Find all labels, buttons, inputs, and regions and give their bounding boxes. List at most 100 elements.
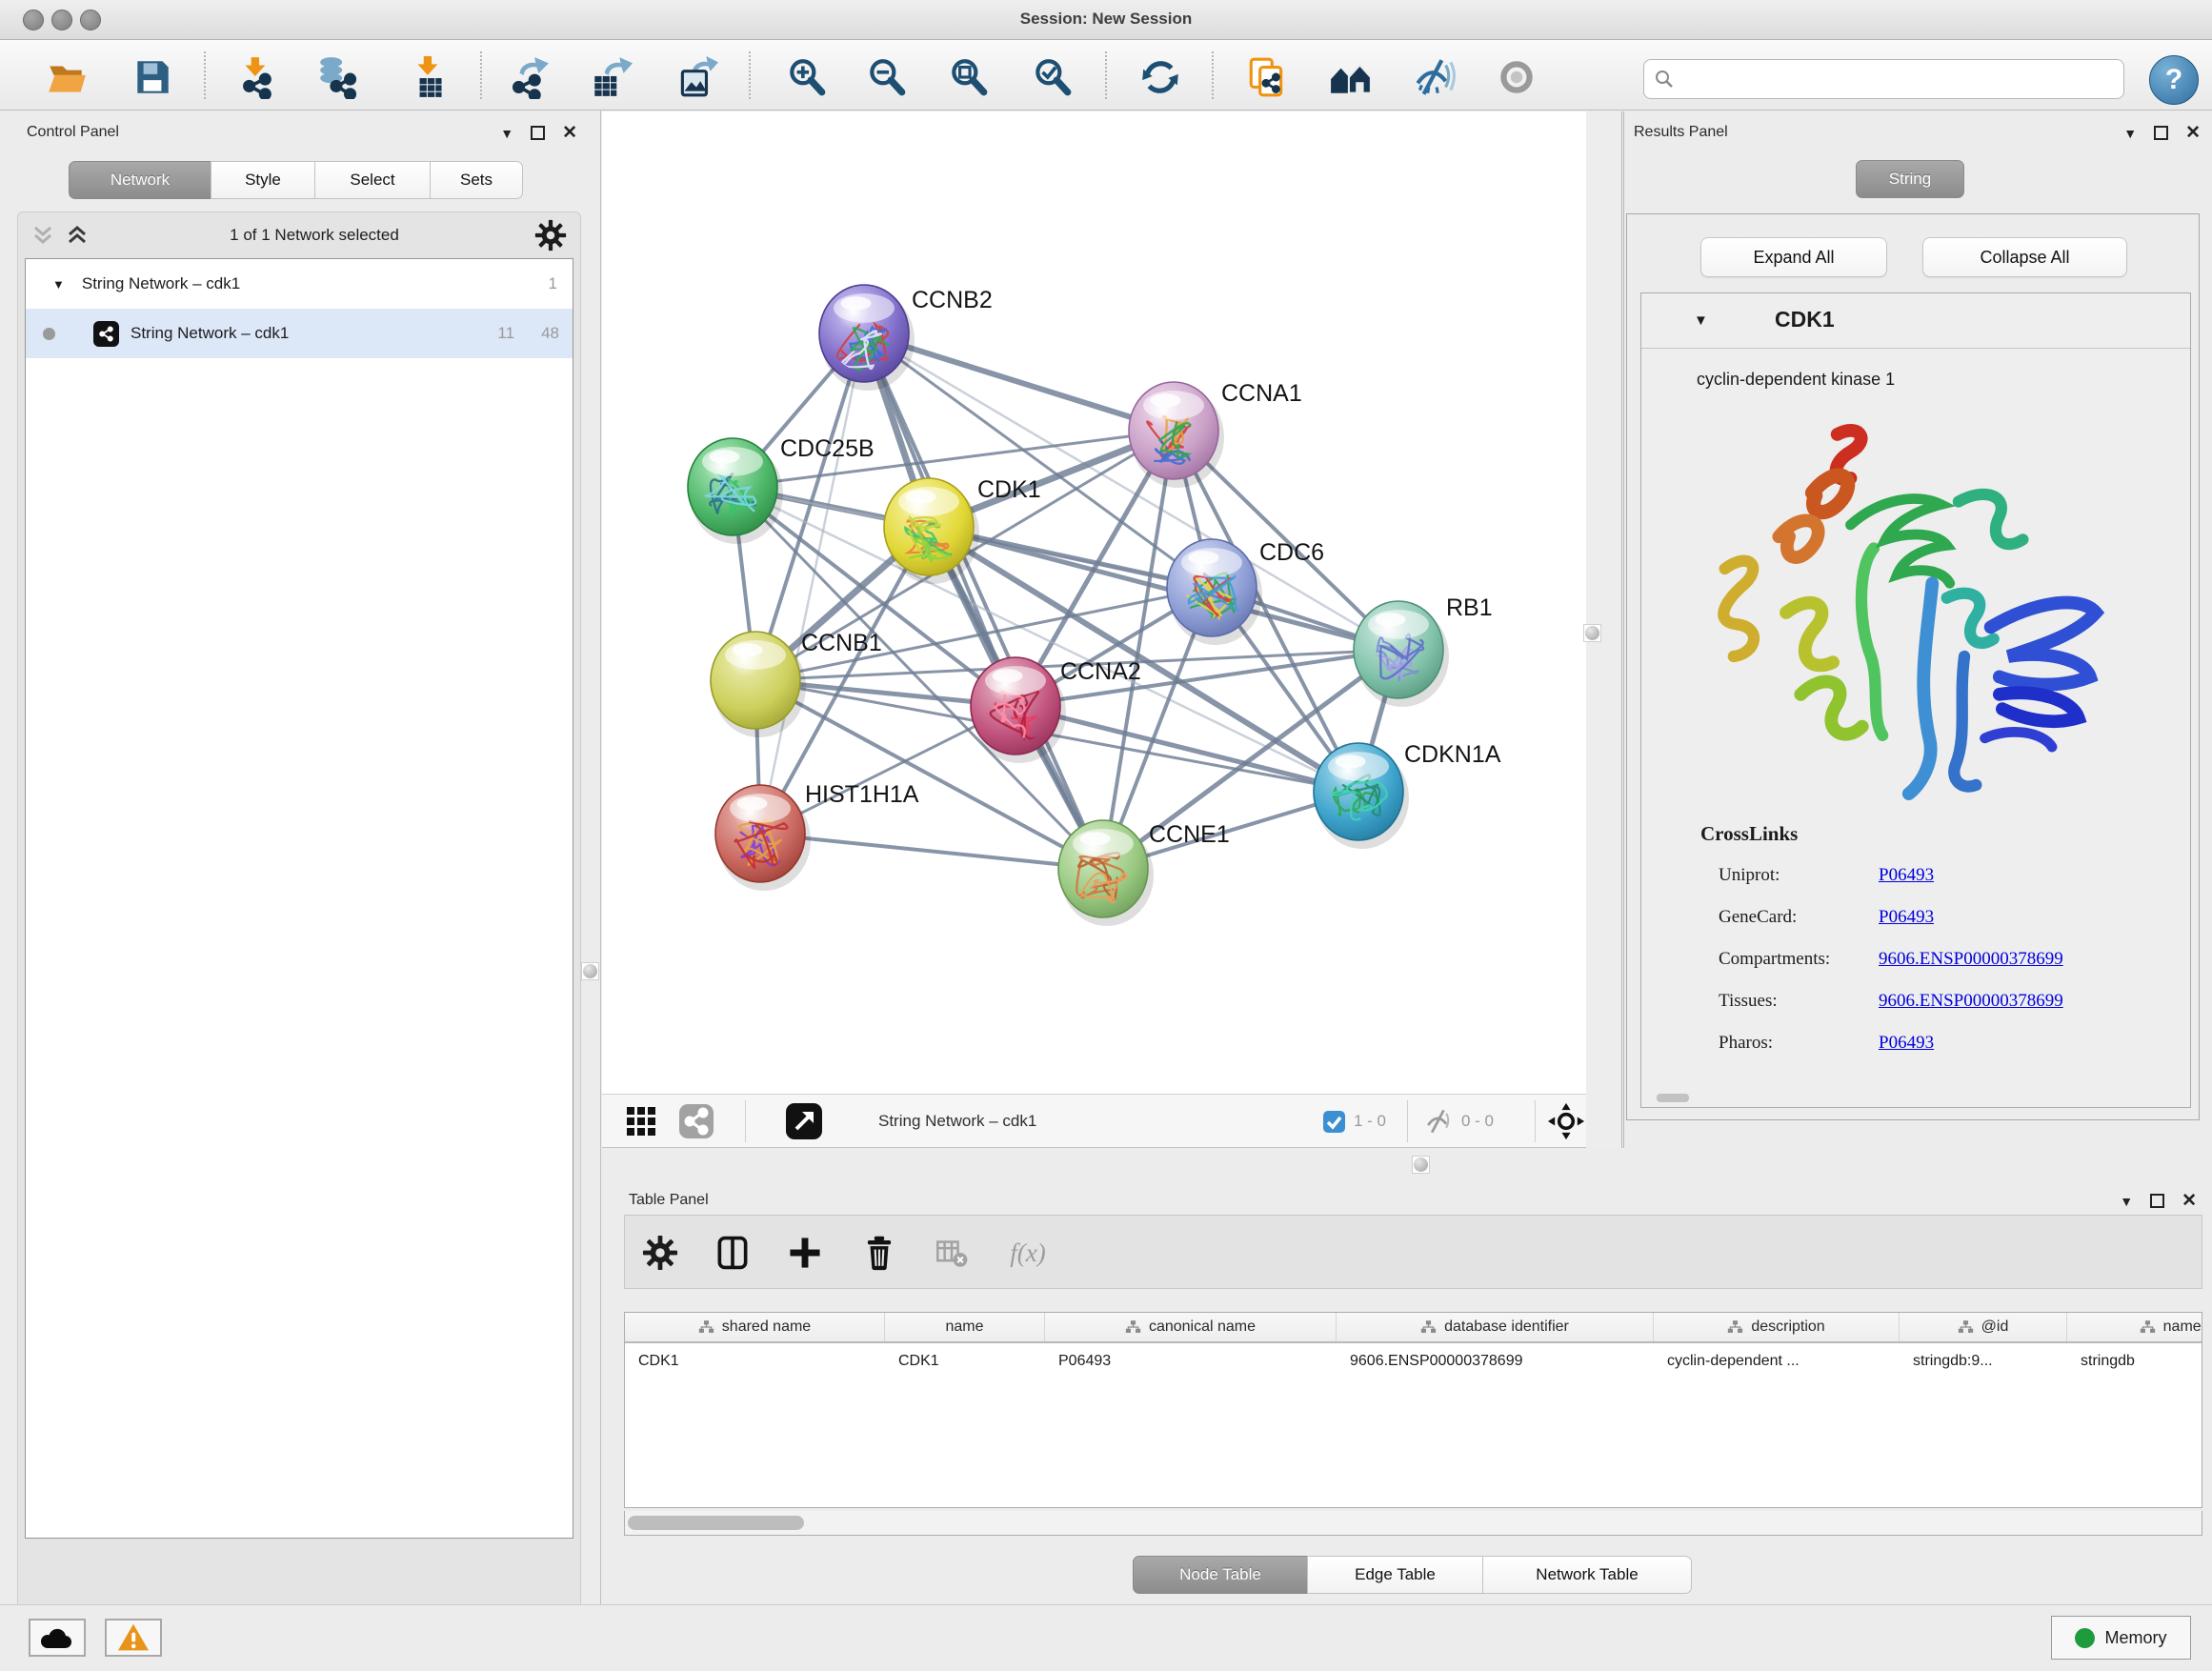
expand-all-button[interactable]: Expand All (1700, 237, 1887, 277)
tab-network[interactable]: Network (69, 161, 211, 199)
delete-column-trash-icon[interactable] (855, 1232, 903, 1274)
export-image-icon[interactable] (670, 54, 723, 100)
home-icon[interactable] (1324, 54, 1377, 100)
detach-view-icon[interactable] (785, 1102, 823, 1140)
column-header-canonical-name[interactable]: canonical name (1045, 1313, 1337, 1341)
table-cell[interactable]: 9606.ENSP00000378699 (1337, 1353, 1654, 1370)
network-options-gear-icon[interactable] (534, 219, 567, 252)
search-field[interactable] (1643, 59, 2124, 99)
node-RB1[interactable]: RB1 (1354, 594, 1493, 707)
column-header-namespace[interactable]: namespace (2067, 1313, 2202, 1341)
edge-CCNB2-HIST1H1A[interactable] (760, 333, 864, 834)
tab-select[interactable]: Select (314, 161, 431, 199)
hide-selected-eye-icon[interactable] (1407, 54, 1460, 100)
search-input[interactable] (1675, 65, 2123, 93)
hidden-eye-icon[interactable] (1423, 1107, 1454, 1136)
network-view-canvas[interactable]: CCNB2CCNA1CDC25BCDK1CDC6RB1CCNB1CCNA2CDK… (602, 111, 1586, 1094)
table-panel-close-icon[interactable]: ✕ (2182, 1190, 2197, 1212)
crosslink-link[interactable]: 9606.ENSP00000378699 (1879, 949, 2063, 970)
node-CDK1[interactable]: CDK1 (884, 476, 1041, 584)
export-table-icon[interactable] (584, 54, 637, 100)
selected-checkbox-icon[interactable] (1322, 1110, 1346, 1134)
tab-sets[interactable]: Sets (430, 161, 523, 199)
string-style-icon[interactable] (678, 1102, 714, 1140)
network-snapshot-icon[interactable] (1240, 54, 1294, 100)
crosslink-link[interactable]: P06493 (1879, 1033, 1934, 1054)
table-settings-gear-icon[interactable] (636, 1232, 684, 1274)
collection-expander-icon[interactable]: ▼ (52, 277, 65, 292)
zoom-selected-icon[interactable] (1026, 54, 1079, 100)
add-column-icon[interactable] (781, 1232, 829, 1274)
tab-network-table[interactable]: Network Table (1482, 1556, 1692, 1594)
zoom-fit-icon[interactable] (942, 54, 995, 100)
import-network-icon[interactable] (231, 54, 285, 100)
refresh-icon[interactable] (1134, 54, 1187, 100)
crosslinks-title: CrossLinks (1700, 822, 1798, 846)
gene-card-scrollbar-thumb[interactable] (1657, 1094, 1689, 1102)
right-splitter-handle[interactable] (1583, 624, 1601, 642)
crosslink-link[interactable]: P06493 (1879, 865, 1934, 886)
show-all-eye-icon[interactable] (1490, 54, 1543, 100)
import-network-from-database-icon[interactable] (312, 54, 365, 100)
table-row[interactable]: CDK1CDK1P064939606.ENSP00000378699cyclin… (625, 1343, 2202, 1379)
network-row-selected[interactable]: String Network – cdk1 11 48 (26, 309, 573, 358)
zoom-in-icon[interactable] (780, 54, 834, 100)
node-table[interactable]: shared namenamecanonical namedatabase id… (624, 1312, 2202, 1508)
crosslink-link[interactable]: 9606.ENSP00000378699 (1879, 991, 2063, 1012)
column-header-@id[interactable]: @id (1900, 1313, 2067, 1341)
node-CCNB2[interactable]: CCNB2 (819, 285, 993, 391)
horizontal-splitter-handle[interactable] (1412, 1156, 1430, 1174)
string-network-icon (93, 321, 119, 347)
control-panel-menu-icon[interactable]: ▼ (500, 126, 513, 141)
collapse-all-button[interactable]: Collapse All (1922, 237, 2127, 277)
expand-all-icon[interactable] (66, 223, 94, 248)
table-cell[interactable]: CDK1 (625, 1353, 885, 1370)
table-panel-menu-icon[interactable]: ▼ (2120, 1194, 2133, 1209)
cloud-status-button[interactable] (29, 1619, 86, 1657)
tab-edge-table[interactable]: Edge Table (1307, 1556, 1483, 1594)
zoom-out-icon[interactable] (860, 54, 914, 100)
table-panel-float-icon[interactable] (2150, 1194, 2164, 1208)
delete-table-icon[interactable] (928, 1232, 975, 1274)
network-collection-row[interactable]: ▼ String Network – cdk1 1 (26, 259, 573, 309)
show-columns-icon[interactable] (709, 1232, 756, 1274)
table-cell[interactable]: P06493 (1045, 1353, 1337, 1370)
crosslink-link[interactable]: P06493 (1879, 907, 1934, 928)
column-header-name[interactable]: name (885, 1313, 1045, 1341)
fit-content-crosshair-icon[interactable] (1547, 1102, 1585, 1140)
import-table-icon[interactable] (403, 54, 456, 100)
tab-style[interactable]: Style (211, 161, 315, 199)
column-header-database-identifier[interactable]: database identifier (1337, 1313, 1654, 1341)
node-CDC25B[interactable]: CDC25B (688, 435, 875, 544)
birds-eye-view-icon[interactable] (625, 1102, 657, 1140)
table-cell[interactable]: CDK1 (885, 1353, 1045, 1370)
gene-expander-icon[interactable]: ▼ (1694, 312, 1708, 329)
save-session-icon[interactable] (126, 54, 179, 100)
table-cell[interactable]: cyclin-dependent ... (1654, 1353, 1900, 1370)
results-panel-close-icon[interactable]: ✕ (2185, 122, 2201, 144)
open-session-icon[interactable] (40, 54, 93, 100)
node-CDKN1A[interactable]: CDKN1A (1314, 741, 1501, 849)
table-scrollbar-thumb[interactable] (628, 1516, 804, 1530)
results-panel-menu-icon[interactable]: ▼ (2123, 126, 2137, 141)
left-splitter-handle[interactable] (581, 962, 599, 980)
help-button[interactable]: ? (2149, 55, 2199, 105)
tab-string[interactable]: String (1856, 160, 1964, 198)
table-cell[interactable]: stringdb (2067, 1353, 2202, 1370)
warning-status-button[interactable] (105, 1619, 162, 1657)
collapse-all-icon[interactable] (31, 223, 60, 248)
column-header-shared-name[interactable]: shared name (625, 1313, 885, 1341)
results-panel-float-icon[interactable] (2154, 126, 2168, 140)
table-cell[interactable]: stringdb:9... (1900, 1353, 2067, 1370)
table-horizontal-scrollbar[interactable] (624, 1511, 2202, 1536)
node-label-CCNE1: CCNE1 (1149, 821, 1230, 848)
export-network-icon[interactable] (503, 54, 556, 100)
control-panel-float-icon[interactable] (531, 126, 545, 140)
tab-node-table[interactable]: Node Table (1133, 1556, 1308, 1594)
results-panel-title: Results Panel (1634, 124, 1728, 140)
node-HIST1H1A[interactable]: HIST1H1A (715, 781, 919, 891)
column-header-description[interactable]: description (1654, 1313, 1900, 1341)
memory-button[interactable]: Memory (2051, 1616, 2191, 1660)
gene-card-header[interactable]: ▼ CDK1 (1641, 293, 2190, 349)
control-panel-close-icon[interactable]: ✕ (562, 122, 577, 144)
